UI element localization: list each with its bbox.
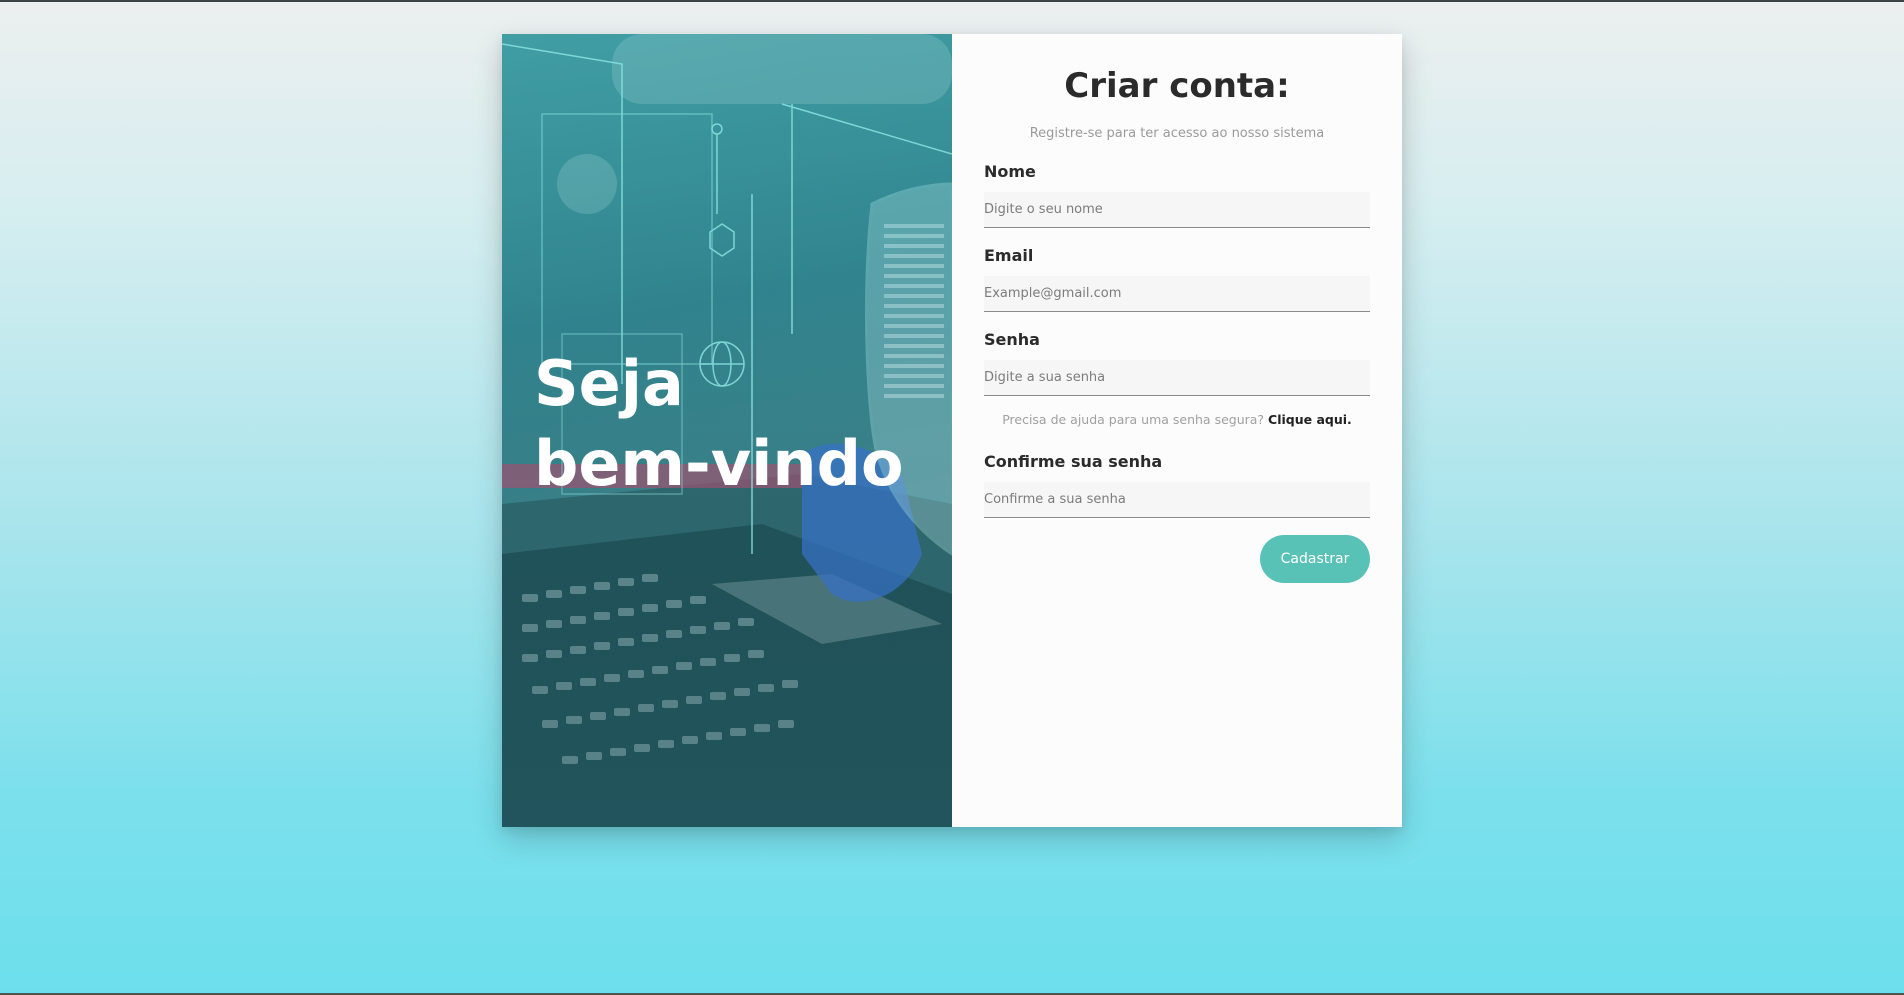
register-button[interactable]: Cadastrar: [1260, 535, 1370, 583]
password-input[interactable]: [984, 360, 1370, 396]
form-subtitle: Registre-se para ter acesso ao nosso sis…: [1029, 126, 1325, 141]
signup-card: Seja bem-vindo Criar conta: Registre-se …: [502, 34, 1402, 827]
password-help-link[interactable]: Clique aqui.: [1268, 412, 1352, 427]
name-label: Nome: [984, 162, 1036, 181]
email-field-group: Email: [984, 246, 1370, 312]
signup-form-panel: Criar conta: Registre-se para ter acesso…: [952, 34, 1402, 827]
signup-form: Nome Email Senha Precisa de ajuda para u…: [984, 162, 1370, 583]
welcome-heading-line2: bem-vindo: [534, 427, 904, 500]
password-label: Senha: [984, 330, 1040, 349]
email-input[interactable]: [984, 276, 1370, 312]
name-field-group: Nome: [984, 162, 1370, 228]
form-actions: Cadastrar: [984, 535, 1370, 583]
confirm-password-input[interactable]: [984, 482, 1370, 518]
window-top-border: [0, 0, 1904, 2]
password-help-text: Precisa de ajuda para uma senha segura? …: [984, 412, 1370, 428]
confirm-password-field-group: Confirme sua senha: [984, 452, 1370, 518]
password-help-message: Precisa de ajuda para uma senha segura?: [1002, 412, 1265, 427]
form-title: Criar conta:: [1064, 66, 1290, 106]
password-field-group: Senha: [984, 330, 1370, 396]
confirm-password-label: Confirme sua senha: [984, 452, 1163, 471]
name-input[interactable]: [984, 192, 1370, 228]
welcome-heading-line1: Seja: [534, 347, 684, 420]
email-label: Email: [984, 246, 1034, 265]
hero-image-panel: Seja bem-vindo: [502, 34, 952, 827]
welcome-heading: Seja bem-vindo: [534, 344, 934, 504]
